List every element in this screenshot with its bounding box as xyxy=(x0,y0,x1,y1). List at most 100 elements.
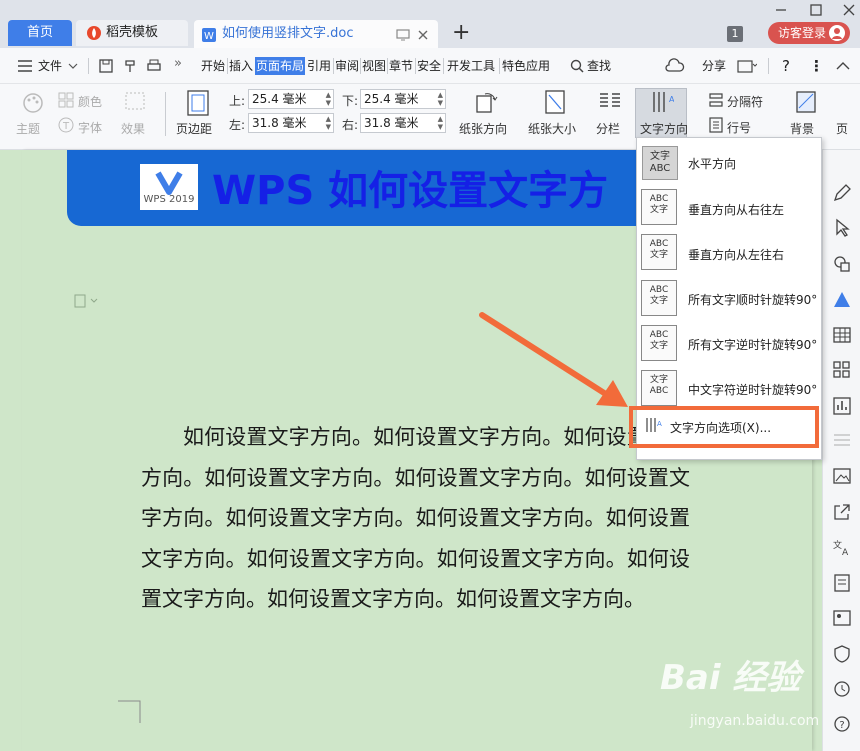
top-margin-value: 25.4 毫米 xyxy=(252,92,307,106)
menu-chapter[interactable]: 章节 xyxy=(389,57,413,75)
cloud-sync-icon[interactable] xyxy=(664,58,686,74)
paragraph-format-icon[interactable] xyxy=(74,294,100,308)
theme-button[interactable]: 主题 xyxy=(16,120,40,137)
shapes-icon[interactable] xyxy=(832,254,852,274)
tab-home[interactable]: 首页 xyxy=(8,20,72,46)
collapse-icon[interactable] xyxy=(737,58,757,74)
background-button[interactable]: 背景 xyxy=(790,120,814,137)
menu-features[interactable]: 特色应用 xyxy=(502,57,550,75)
avatar-icon xyxy=(829,25,845,41)
menu-start[interactable]: 开始 xyxy=(201,57,225,75)
badge-count[interactable]: 1 xyxy=(727,26,743,42)
left-margin-field[interactable]: 31.8 毫米 ▲ ▼ xyxy=(248,113,334,133)
bottom-margin-value: 25.4 毫米 xyxy=(364,92,419,106)
svg-text:A: A xyxy=(669,95,674,104)
menu-review[interactable]: 审阅 xyxy=(335,57,359,75)
svg-text:A: A xyxy=(842,548,849,557)
line-number-button[interactable]: 行号 xyxy=(727,119,751,136)
chevron-up-icon[interactable] xyxy=(836,61,850,71)
separator-icon[interactable] xyxy=(708,92,724,108)
search-label[interactable]: 查找 xyxy=(587,57,611,75)
hamburger-icon[interactable] xyxy=(18,60,32,72)
bottom-margin-label: 下: xyxy=(342,94,359,108)
font-icon[interactable]: T xyxy=(58,117,74,133)
page-button[interactable]: 页 xyxy=(836,120,848,137)
left-margin-label: 左: xyxy=(229,118,246,132)
translate-icon[interactable]: 文A xyxy=(832,537,852,557)
cursor-icon[interactable] xyxy=(832,218,852,238)
table-icon[interactable] xyxy=(832,325,852,345)
pen-icon[interactable] xyxy=(832,183,852,203)
sliders-icon[interactable] xyxy=(832,430,852,450)
bottom-margin-field[interactable]: 25.4 毫米 ▲ ▼ xyxy=(360,89,446,109)
highlight-box xyxy=(629,406,819,448)
dd-cjk-rotate[interactable]: 中文字符逆时针旋转90° xyxy=(688,381,817,398)
menu-page-layout[interactable]: 页面布局 xyxy=(255,57,306,75)
help-circle-icon[interactable]: ? xyxy=(832,714,852,734)
shield-icon[interactable] xyxy=(832,644,852,664)
cjk-rotate-icon: 文字 ABC xyxy=(641,370,677,406)
color-button[interactable]: 颜色 xyxy=(78,93,102,110)
palette-icon[interactable] xyxy=(21,92,45,114)
annotation-arrow xyxy=(479,312,628,407)
close-tab-icon[interactable] xyxy=(416,28,430,42)
document-paragraph[interactable]: 如何设置文字方向。如何设置文字方向。如何设置文字方向。如何设置文字方向。如何设置… xyxy=(141,417,690,620)
orientation-icon[interactable] xyxy=(475,90,499,114)
save-icon[interactable] xyxy=(98,58,114,74)
vertical-rtl-icon: ABC 文字 xyxy=(641,189,677,225)
color-grid-icon[interactable] xyxy=(58,92,74,108)
menu-developer[interactable]: 开发工具 xyxy=(447,57,495,75)
apps-grid-icon[interactable] xyxy=(832,360,852,380)
triangle-icon[interactable] xyxy=(832,290,852,310)
dd-rotate-ccw[interactable]: 所有文字逆时针旋转90° xyxy=(688,336,817,353)
paper-size-button[interactable]: 纸张大小 xyxy=(528,120,576,137)
left-margin-value: 31.8 毫米 xyxy=(252,116,307,130)
orientation-button[interactable]: 纸张方向 xyxy=(459,120,507,137)
bar-chart-icon[interactable] xyxy=(832,396,852,416)
margin-icon[interactable] xyxy=(186,90,210,116)
effect-icon[interactable] xyxy=(124,91,146,111)
file-menu[interactable]: 文件 xyxy=(38,57,62,75)
line-number-icon[interactable] xyxy=(708,117,724,133)
font-button[interactable]: 字体 xyxy=(78,119,102,136)
menu-view[interactable]: 视图 xyxy=(362,57,386,75)
minimize-icon[interactable] xyxy=(775,4,787,16)
share-button[interactable]: 分享 xyxy=(702,57,726,75)
dd-vertical-rtl[interactable]: 垂直方向从右往左 xyxy=(688,201,784,218)
separator-button[interactable]: 分隔符 xyxy=(727,93,763,110)
share-out-icon[interactable] xyxy=(832,502,852,522)
svg-text:文: 文 xyxy=(833,539,842,551)
dd-vertical-ltr[interactable]: 垂直方向从左往右 xyxy=(688,246,784,263)
search-icon[interactable] xyxy=(570,59,584,73)
rotate-ccw-icon: ABC 文字 xyxy=(641,325,677,361)
format-painter-icon[interactable] xyxy=(122,58,138,74)
more-icon[interactable]: ⋮ xyxy=(809,57,824,75)
columns-icon[interactable] xyxy=(598,92,622,112)
margin-button[interactable]: 页边距 xyxy=(176,120,212,137)
banner-title: WPS 如何设置文字方 xyxy=(212,168,609,214)
menu-reference[interactable]: 引用 xyxy=(307,57,331,75)
dd-horizontal[interactable]: 水平方向 xyxy=(688,155,736,172)
baidu-watermark: Bai 经验 xyxy=(660,658,801,698)
dd-rotate-cw[interactable]: 所有文字顺时针旋转90° xyxy=(688,291,817,308)
more-quick-icon[interactable]: » xyxy=(174,56,182,71)
picture-icon[interactable] xyxy=(832,608,852,628)
history-icon[interactable] xyxy=(832,679,852,699)
maximize-icon[interactable] xyxy=(810,4,822,16)
document-tool-icon[interactable] xyxy=(832,573,852,593)
paper-size-icon[interactable] xyxy=(544,90,566,114)
print-icon[interactable] xyxy=(146,58,162,74)
top-margin-field[interactable]: 25.4 毫米 ▲ ▼ xyxy=(248,89,334,109)
menu-insert[interactable]: 插入 xyxy=(229,57,253,75)
new-tab-button[interactable]: + xyxy=(452,20,470,45)
help-button[interactable]: ? xyxy=(782,57,790,75)
background-icon[interactable] xyxy=(795,90,817,114)
effect-button[interactable]: 效果 xyxy=(121,120,145,137)
right-margin-field[interactable]: 31.8 毫米 ▲ ▼ xyxy=(360,113,446,133)
menu-security[interactable]: 安全 xyxy=(417,57,441,75)
image-icon[interactable] xyxy=(832,466,852,486)
chevron-down-icon[interactable] xyxy=(68,62,78,70)
columns-button[interactable]: 分栏 xyxy=(596,120,620,137)
monitor-icon[interactable] xyxy=(396,28,410,42)
window-close-icon[interactable] xyxy=(843,4,855,16)
